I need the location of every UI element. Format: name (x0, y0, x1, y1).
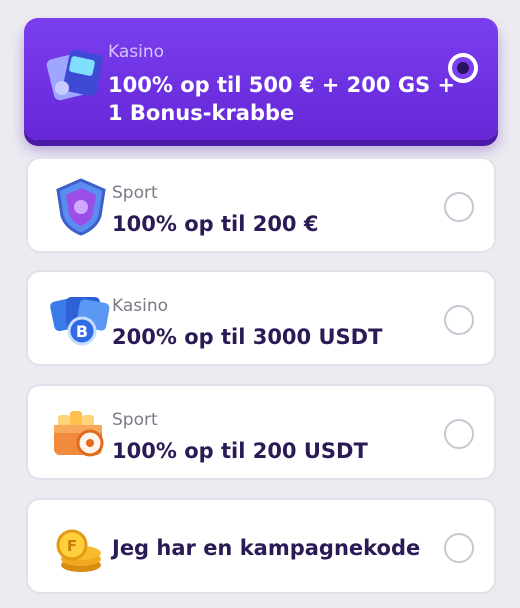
offer-category: Sport (112, 410, 158, 430)
radio-selected[interactable] (448, 53, 478, 83)
bonus-option-sport-200[interactable]: Sport 100% op til 200 € (26, 157, 496, 253)
bitcoin-cards-icon: B (50, 296, 110, 346)
offer-title: 100% op til 200 € (112, 212, 319, 236)
gold-coins-icon: F (56, 529, 101, 572)
bonus-option-casino-500[interactable]: Kasino 100% op til 500 € + 200 GS + 1 Bo… (24, 18, 498, 140)
svg-text:B: B (76, 322, 88, 341)
offer-title: 100% op til 200 USDT (112, 439, 368, 463)
radio-unselected[interactable] (444, 533, 474, 563)
promo-code-option[interactable]: F Jeg har en kampagnekode (26, 498, 496, 594)
offer-title-line2: 1 Bonus-krabbe (108, 101, 295, 125)
radio-unselected[interactable] (444, 419, 474, 449)
casino-tickets-icon (46, 50, 103, 101)
offer-title: 100% op til 500 € + 200 GS + (108, 73, 456, 97)
svg-text:F: F (67, 537, 77, 555)
offer-category: Sport (112, 183, 158, 203)
offer-title: Jeg har en kampagnekode (112, 536, 421, 560)
bonus-offer-list: Kasino 100% op til 500 € + 200 GS + 1 Bo… (0, 0, 520, 608)
sport-shield-icon (56, 178, 106, 236)
offer-category: Kasino (112, 296, 169, 316)
offer-category: Kasino (108, 42, 165, 62)
offer-title: 200% op til 3000 USDT (112, 325, 383, 349)
radio-unselected[interactable] (444, 192, 474, 222)
bonus-option-casino-3000-usdt[interactable]: B Kasino 200% op til 3000 USDT (26, 270, 496, 366)
sport-ball-box-icon (54, 411, 104, 457)
bonus-option-sport-200-usdt[interactable]: Sport 100% op til 200 USDT (26, 384, 496, 480)
radio-unselected[interactable] (444, 305, 474, 335)
